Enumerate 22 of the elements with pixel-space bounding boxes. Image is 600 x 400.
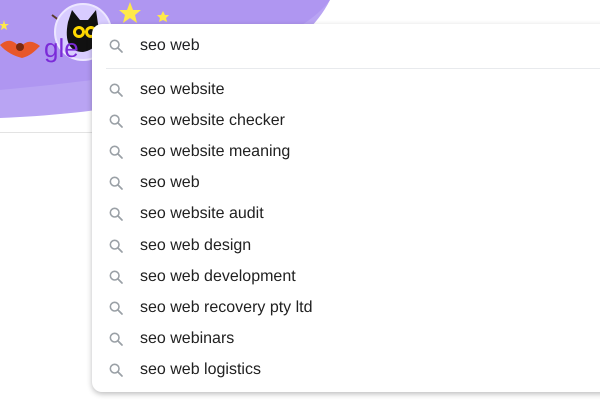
search-icon: [108, 82, 124, 98]
suggestion-item[interactable]: seo web design: [140, 236, 252, 255]
suggestion-item[interactable]: seo web development: [140, 268, 296, 286]
suggestion-item[interactable]: seo webinars: [140, 330, 234, 348]
suggestion-item[interactable]: seo web recovery pty ltd: [140, 298, 313, 317]
search-icon: [108, 206, 124, 222]
search-icon: [108, 238, 124, 254]
search-icon: [108, 300, 124, 316]
suggestion-item[interactable]: seo website audit: [140, 205, 264, 224]
suggestion-item[interactable]: seo web logistics: [140, 361, 261, 380]
search-icon: [108, 268, 124, 285]
search-icon: [108, 112, 124, 129]
suggestion-item[interactable]: seo web: [140, 174, 200, 192]
search-icon: [108, 38, 124, 54]
search-icon: [108, 362, 124, 378]
suggestion-item[interactable]: seo website: [140, 80, 224, 99]
search-input[interactable]: seo web: [140, 37, 440, 55]
suggestion-item[interactable]: seo website meaning: [140, 142, 290, 161]
search-icon: [108, 175, 124, 192]
suggestion-item[interactable]: seo website checker: [140, 112, 285, 130]
search-icon: [108, 144, 124, 160]
search-icon: [108, 331, 124, 348]
